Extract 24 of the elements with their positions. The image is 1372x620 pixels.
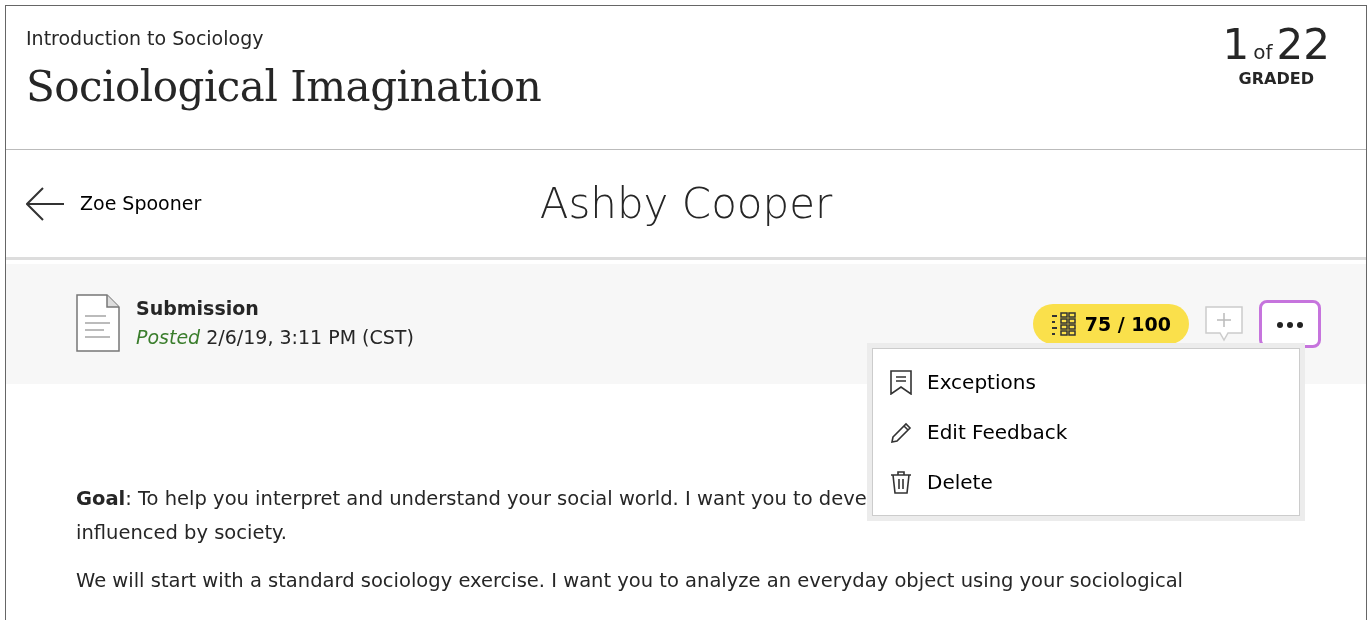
submission-title: Submission bbox=[136, 296, 260, 321]
trash-icon bbox=[889, 469, 913, 495]
paragraph: We will start with a standard sociology exercise. I want you to analyze an everyday object using your sociological bbox=[76, 568, 1184, 594]
document-icon bbox=[76, 294, 120, 352]
page-title: Sociological Imagination bbox=[26, 60, 542, 113]
grade-pill[interactable]: 75 / 100 bbox=[1032, 303, 1189, 345]
menu-item[interactable]: Exceptions bbox=[873, 357, 1299, 407]
graded-label: GRADED bbox=[1237, 68, 1315, 90]
rubric-icon bbox=[1050, 312, 1077, 336]
menu-item[interactable]: Edit Feedback bbox=[873, 407, 1299, 457]
back-arrow-icon[interactable] bbox=[26, 186, 64, 221]
goal-text-continued: influenced by society. bbox=[76, 520, 288, 546]
previous-student-link[interactable]: Zoe Spooner bbox=[80, 189, 202, 218]
total-count: 22 bbox=[1276, 24, 1330, 66]
more-options-button[interactable] bbox=[1259, 300, 1321, 348]
ellipsis-icon bbox=[1277, 321, 1303, 328]
submission-date: Posted 2/6/19, 3:11 PM (CST) bbox=[136, 324, 415, 350]
student-name: Ashby Cooper bbox=[539, 178, 833, 230]
of-label: of bbox=[1253, 39, 1273, 66]
course-name: Introduction to Sociology bbox=[26, 26, 265, 51]
goal-text: Goal: To help you interpret and understand your social world. I want you to deve bbox=[76, 486, 868, 512]
graded-count: 1 bbox=[1222, 24, 1250, 66]
bookmark-icon bbox=[889, 369, 913, 395]
menu-item[interactable]: Delete bbox=[873, 457, 1299, 507]
